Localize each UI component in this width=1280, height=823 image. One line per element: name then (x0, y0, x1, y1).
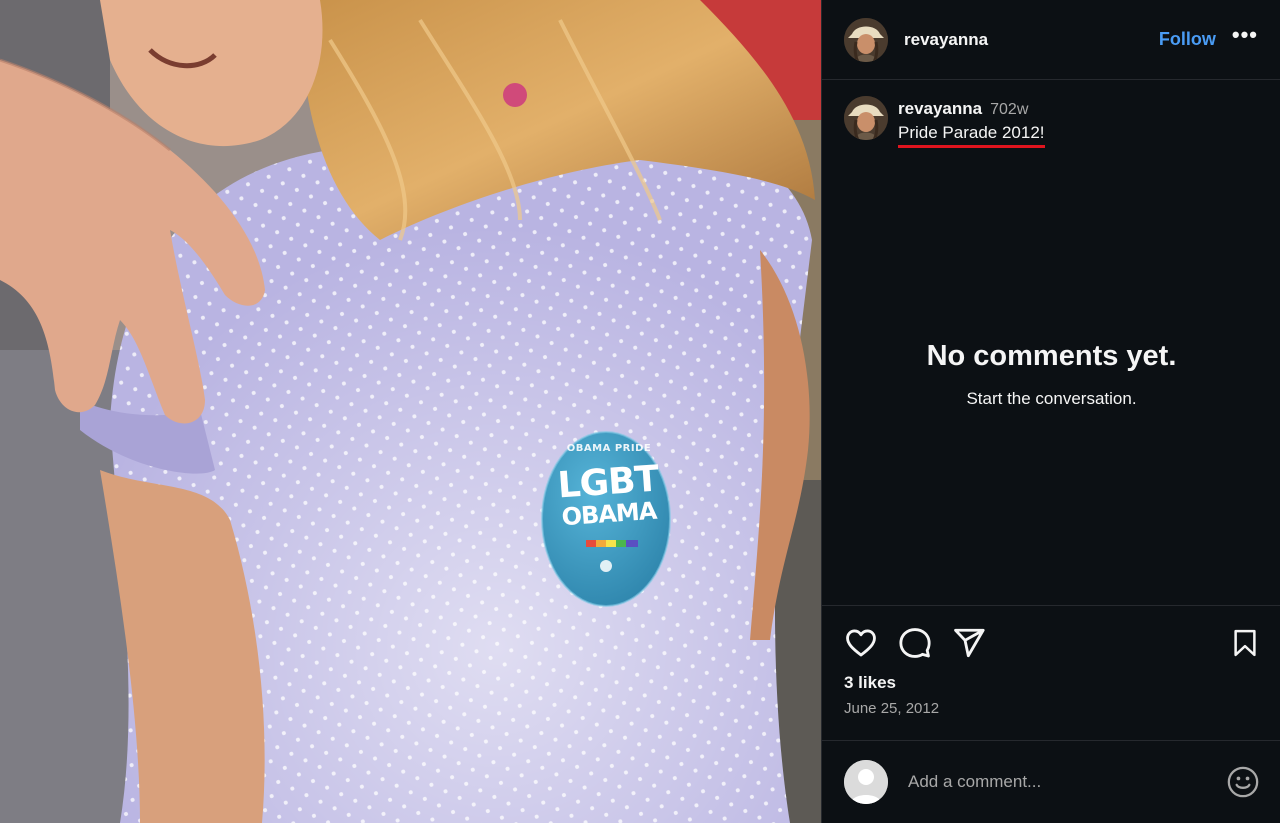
empty-comments-subtitle: Start the conversation. (966, 389, 1137, 408)
caption-text: Pride Parade 2012! (898, 123, 1045, 148)
current-user-avatar (844, 760, 888, 804)
caption-timestamp[interactable]: 702w (990, 101, 1028, 118)
header-username[interactable]: revayanna (904, 30, 988, 50)
empty-comments: No comments yet. Start the conversation. (822, 340, 1280, 409)
post-header: revayanna Follow ••• (822, 0, 1280, 80)
action-bar (844, 626, 986, 660)
actions-divider (822, 605, 1280, 606)
default-avatar-icon (844, 760, 888, 804)
avatar[interactable] (844, 17, 888, 62)
heart-icon[interactable] (844, 626, 878, 660)
bookmark-icon[interactable] (1230, 626, 1260, 660)
comment-icon[interactable] (898, 626, 932, 660)
caption-username[interactable]: revayanna (898, 99, 982, 118)
caption-avatar[interactable] (844, 96, 888, 140)
more-options-icon[interactable]: ••• (1232, 23, 1258, 50)
post-image[interactable]: OBAMA PRIDE LGBT OBAMA (0, 0, 821, 823)
avatar-image (844, 17, 888, 62)
caption-meta: revayanna 702w (898, 99, 1045, 119)
likes-count[interactable]: 3 likes (844, 673, 896, 693)
share-icon[interactable] (952, 626, 986, 660)
post-viewer: OBAMA PRIDE LGBT OBAMA revayanna Follow … (0, 0, 1280, 823)
comment-input[interactable] (906, 771, 1226, 793)
smiley-icon[interactable] (1226, 765, 1260, 799)
avatar-image (844, 96, 888, 140)
comment-box (844, 758, 1260, 806)
post-date[interactable]: June 25, 2012 (844, 700, 939, 717)
caption-body: revayanna 702w Pride Parade 2012! (898, 99, 1045, 148)
sticker-top-text: OBAMA PRIDE (566, 443, 652, 454)
comment-divider (822, 740, 1280, 741)
post-side-panel: revayanna Follow ••• revayanna 702w Pride (821, 0, 1280, 823)
empty-comments-title: No comments yet. (926, 340, 1177, 372)
caption: revayanna 702w Pride Parade 2012! (844, 96, 1045, 148)
follow-button[interactable]: Follow (1159, 29, 1216, 50)
photo-illustration (0, 0, 821, 823)
